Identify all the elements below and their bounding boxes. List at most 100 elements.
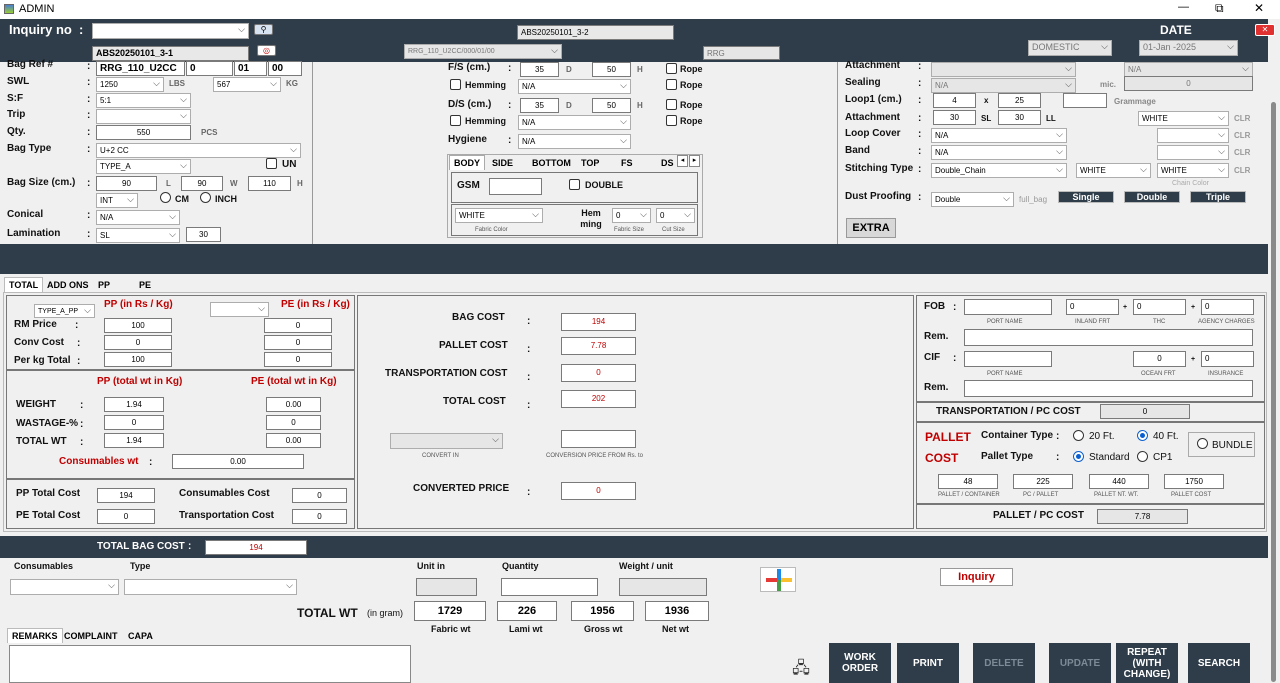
stitch-color-2-select[interactable]: WHITE [1157, 163, 1229, 178]
20ft-radio[interactable] [1073, 430, 1084, 441]
consumables-cost-field[interactable]: 0 [292, 488, 347, 503]
totalwt-pe-field[interactable]: 0.00 [266, 433, 321, 448]
attachment-b-field[interactable]: 30 [998, 110, 1041, 125]
search-icon[interactable]: ⚲ [254, 24, 273, 35]
tab-remarks[interactable]: REMARKS [7, 628, 63, 643]
tab-total[interactable]: TOTAL [4, 277, 44, 292]
close-form-icon[interactable]: ✕ [1255, 24, 1275, 36]
perkg-pe-field[interactable]: 0 [264, 352, 332, 367]
ds-hem-select[interactable]: N/A [518, 115, 631, 130]
pe-total-field[interactable]: 0 [97, 509, 155, 524]
tab-scroll-left-icon[interactable]: ◂ [677, 155, 688, 167]
standard-radio[interactable] [1073, 451, 1084, 462]
sealing-select[interactable]: N/A [931, 78, 1076, 93]
double-button[interactable]: Double [1124, 191, 1180, 203]
fob-port-field[interactable] [964, 299, 1052, 315]
fob-remarks-field[interactable] [964, 329, 1253, 346]
fabric-color-select[interactable]: WHITE [455, 208, 543, 223]
fs-hem-select[interactable]: N/A [518, 79, 631, 94]
conv-pe-field[interactable]: 0 [264, 335, 332, 350]
stitching-select[interactable]: Double_Chain [931, 163, 1067, 178]
attachment-na-select[interactable]: N/A [1124, 62, 1253, 77]
search-button[interactable]: SEARCH [1188, 643, 1250, 683]
ocean-frt-field[interactable]: 0 [1133, 351, 1186, 367]
inquiry-no-select[interactable] [92, 23, 249, 39]
dust-proofing-select[interactable]: Double [931, 192, 1014, 207]
unit-in-field[interactable] [416, 578, 477, 596]
trans-pc-field[interactable]: 0 [1100, 404, 1190, 419]
attachment-a-field[interactable]: 30 [933, 110, 976, 125]
pallet-container-field[interactable]: 48 [938, 474, 998, 489]
center-code-field[interactable]: ABS20250101_3-2 [517, 25, 674, 40]
refresh-icon[interactable]: ◎ [257, 45, 276, 56]
rrg-field[interactable]: RRG [703, 46, 780, 60]
swl-select[interactable]: 1250 [96, 77, 164, 92]
lbs-select[interactable]: 567 [213, 77, 281, 92]
bundle-radio[interactable] [1197, 438, 1208, 449]
inland-frt-field[interactable]: 0 [1066, 299, 1119, 315]
tab-top[interactable]: TOP [577, 156, 603, 170]
convert-in-select[interactable] [390, 433, 503, 449]
cif-port-field[interactable] [964, 351, 1052, 367]
qty-field[interactable]: 550 [96, 125, 191, 140]
conversion-price-field[interactable] [561, 430, 636, 448]
fs-h-field[interactable]: 50 [592, 62, 631, 77]
ds-rope2-checkbox[interactable] [666, 115, 677, 126]
bag-subtype-select[interactable]: TYPE_A [96, 159, 191, 174]
inquiry-button[interactable]: Inquiry [940, 568, 1013, 586]
consumables-wt-field[interactable]: 0.00 [172, 454, 304, 469]
loop1-a-field[interactable]: 4 [933, 93, 976, 108]
perkg-pp-field[interactable]: 100 [104, 352, 172, 367]
hygiene-select[interactable]: N/A [518, 134, 631, 149]
pallet-cost-input[interactable]: 1750 [1164, 474, 1224, 489]
unit-select[interactable]: INT [96, 193, 138, 208]
bag-size-h-field[interactable]: 110 [248, 176, 291, 191]
un-checkbox[interactable] [266, 158, 277, 169]
work-order-button[interactable]: WORK ORDER [829, 643, 891, 683]
pc-pallet-field[interactable]: 225 [1013, 474, 1073, 489]
market-select[interactable]: DOMESTIC [1028, 40, 1112, 56]
sf-select[interactable]: 5:1 [96, 93, 191, 108]
trip-select[interactable] [96, 109, 191, 124]
tab-fs[interactable]: FS [617, 156, 637, 170]
grammage-field[interactable] [1063, 93, 1107, 108]
fs-hemming-checkbox[interactable] [450, 79, 461, 90]
fs-rope-checkbox[interactable] [666, 63, 677, 74]
maximize-button[interactable]: ⧉ [1215, 1, 1224, 16]
fs-rope2-checkbox[interactable] [666, 79, 677, 90]
bag-type-select[interactable]: U+2 CC [96, 143, 301, 158]
tab-complaint[interactable]: COMPLAINT [60, 629, 122, 643]
extra-button[interactable]: EXTRA [846, 218, 896, 238]
total-bag-cost-field[interactable]: 194 [205, 540, 307, 555]
bag-ref-2-field[interactable]: 0 [186, 61, 233, 76]
loop-cover-select[interactable]: N/A [931, 128, 1067, 143]
consumables-select[interactable] [10, 579, 119, 595]
tab-add-ons[interactable]: ADD ONS [43, 278, 93, 292]
40ft-radio[interactable] [1137, 430, 1148, 441]
loop1-b-field[interactable]: 25 [998, 93, 1041, 108]
agency-charges-field[interactable]: 0 [1201, 299, 1254, 315]
bag-size-l-field[interactable]: 90 [96, 176, 157, 191]
fabric-size-select[interactable]: 0 [612, 208, 651, 223]
rm-pp-field[interactable]: 100 [104, 318, 172, 333]
rm-type-select[interactable]: TYPE_A_PP [34, 304, 95, 318]
cut-size-select[interactable]: 0 [656, 208, 695, 223]
pp-total-field[interactable]: 194 [97, 488, 155, 503]
scrollbar[interactable] [1268, 62, 1280, 683]
cm-radio[interactable] [160, 192, 171, 203]
single-button[interactable]: Single [1058, 191, 1114, 203]
net-wt-field[interactable]: 1936 [645, 601, 709, 621]
inch-radio[interactable] [200, 192, 211, 203]
total-cost-field[interactable]: 202 [561, 390, 636, 408]
quantity-field[interactable] [501, 578, 598, 596]
bag-ref-3-field[interactable]: 01 [234, 61, 267, 76]
double-checkbox[interactable] [569, 179, 580, 190]
wastage-pp-field[interactable]: 0 [104, 415, 164, 430]
ds-hemming-checkbox[interactable] [450, 115, 461, 126]
stitch-color-1-select[interactable]: WHITE [1076, 163, 1151, 178]
remarks-area[interactable] [9, 645, 411, 683]
ds-h-field[interactable]: 50 [592, 98, 631, 113]
scrollbar-thumb[interactable] [1271, 102, 1276, 682]
band-select[interactable]: N/A [931, 145, 1067, 160]
attachment-color-select[interactable]: WHITE [1138, 111, 1229, 126]
